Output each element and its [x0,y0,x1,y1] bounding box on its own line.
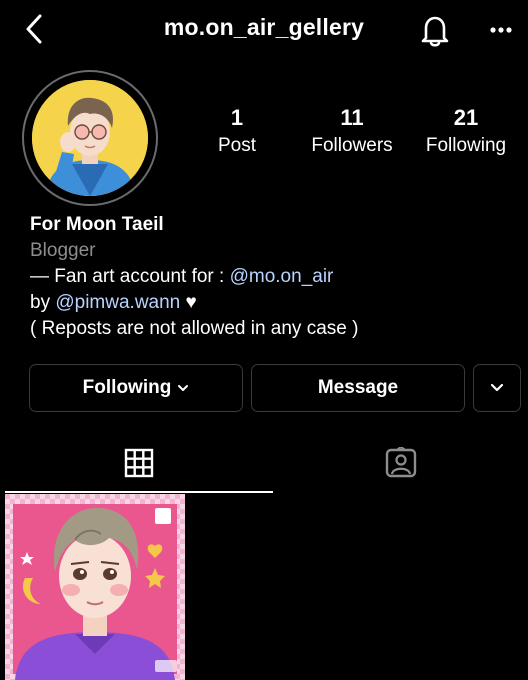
following-button[interactable]: Following [29,364,243,412]
mention-link[interactable]: @mo.on_air [230,266,334,287]
profile-bio: For Moon Taeil Blogger — Fan art account… [30,212,510,342]
notifications-button[interactable] [418,12,452,48]
bio-text: by [30,292,56,313]
profile-category: Blogger [30,240,96,261]
message-button-label: Message [317,377,399,398]
stat-posts[interactable]: 1 Post [196,104,278,158]
following-count: 21 [453,105,479,130]
stat-following[interactable]: 21 Following [418,104,514,158]
bio-line-1: — Fan art account for : @mo.on_air [30,264,510,290]
post-thumbnail[interactable] [5,494,185,680]
posts-label: Post [217,135,257,156]
active-tab-indicator [5,491,273,493]
mention-link[interactable]: @pimwa.wann [55,292,180,313]
following-label: Following [425,135,507,156]
following-button-label: Following [82,377,172,398]
chevron-down-icon [178,385,189,391]
chevron-down-icon [490,383,504,392]
profile-tabs [0,436,528,492]
bio-line-2: by @pimwa.wann ♥ [30,290,510,316]
more-options-button[interactable] [488,18,518,42]
suggested-accounts-button[interactable] [473,364,521,412]
avatar-ring[interactable] [22,70,158,206]
tab-tagged[interactable] [273,436,528,490]
profile-name: For Moon Taeil [30,214,164,235]
posts-count: 1 [230,105,244,130]
message-button[interactable]: Message [251,364,465,412]
tagged-user-icon [385,447,416,478]
stat-followers[interactable]: 11 Followers [300,104,404,158]
fan-art-portrait [5,494,185,680]
grid-icon [124,448,154,478]
tab-posts-grid[interactable] [5,436,273,490]
followers-count: 11 [340,105,364,130]
profile-avatar [32,80,148,196]
bio-line-3: ( Reposts are not allowed in any case ) [30,318,359,339]
bell-icon [421,16,449,47]
bio-text: — Fan art account for : [30,266,230,287]
heart-icon: ♥ [185,292,197,313]
followers-label: Followers [311,135,393,156]
top-bar: mo.on_air_gellery [0,0,528,60]
more-horizontal-icon [490,27,512,33]
